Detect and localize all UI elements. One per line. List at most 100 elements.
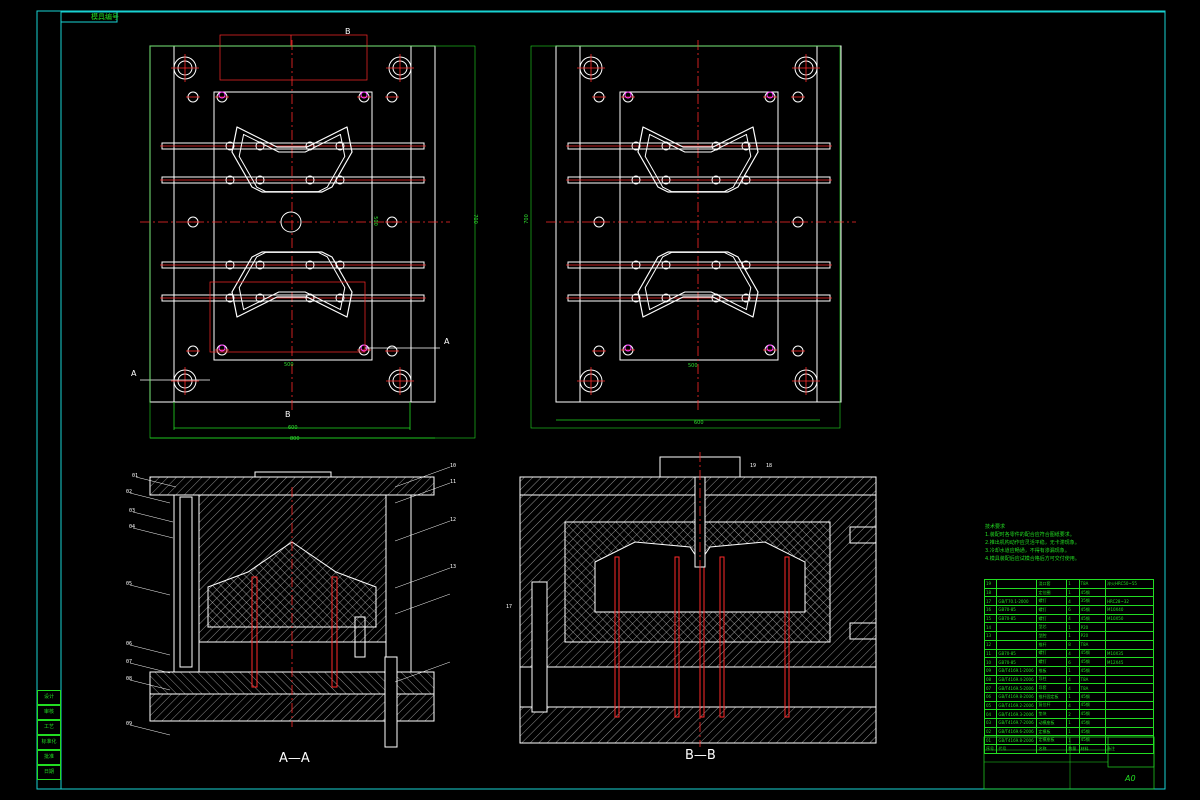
bom-header-cell: 备注: [1105, 744, 1154, 755]
aa-leader-line: [129, 644, 171, 656]
bom-cell-no: 17: [983, 596, 998, 607]
bom-cell-mat: 45钢: [1078, 665, 1107, 676]
bom-cell-mat: 35钢: [1078, 596, 1107, 607]
bom-header-cell: 数量: [1066, 744, 1080, 755]
top-plate-outline: [149, 45, 436, 403]
bom-cell-code: GB/T4169.4-2006: [996, 674, 1038, 685]
technical-notes: 技术要求 1.装配时各零件的配合应符合图纸要求。 2.推出机构动作应灵活平稳，无卡…: [985, 523, 1165, 563]
dim-overall-width: 600: [288, 425, 298, 431]
bom-cell-name: 型芯: [1036, 622, 1068, 633]
bom-cell-name: 定模座板: [1036, 735, 1068, 746]
bom-cell-name: 螺钉: [1036, 613, 1068, 624]
bom-cell-no: 10: [983, 657, 998, 667]
note-line: 3.冷却水道应畅通，不得有渗漏现象。: [985, 548, 1070, 554]
bom-cell-no: 09: [983, 665, 998, 676]
section-b-label: B—B: [685, 748, 716, 763]
bom-row: 07 GB/T4169.5-2006 导套 4 T8A: [983, 683, 1154, 693]
bom-cell-qty: 6: [1066, 605, 1080, 615]
dim-box-left: [149, 45, 476, 439]
bom-cell-mat: 45钢: [1078, 605, 1107, 615]
bom-cell-no: 14: [983, 622, 998, 633]
bb-leader-number: 19: [750, 463, 756, 469]
bom-cell-no: 02: [983, 726, 998, 737]
bom-cell-note: [1105, 683, 1154, 693]
bom-cell-name: 推杆: [1036, 639, 1068, 650]
revision-cell: 批准: [37, 750, 61, 765]
bom-cell-name: 导套: [1036, 683, 1068, 693]
cut-marker-b-bottom: B: [285, 410, 291, 419]
bom-cell-code: GB70-85: [996, 657, 1038, 667]
top-insert-outline: [579, 45, 818, 403]
bom-cell-code: GB/T70.1-2000: [996, 596, 1038, 607]
bom-cell-code: [996, 587, 1038, 598]
bom-row: 15 GB70-85 螺钉 4 45钢 M10X50: [983, 613, 1154, 624]
aa-locating-ring: [254, 471, 332, 478]
aa-leader-number: 03: [129, 508, 135, 514]
bb-bottom-clamp: [519, 706, 877, 744]
bom-row: 06 GB/T4169.8-2006 推杆固定板 1 45钢: [983, 691, 1154, 702]
bom-cell-code: [996, 639, 1038, 650]
section-path-b: [219, 34, 368, 81]
bom-cell-code: GB/T4169.1-2006: [996, 665, 1038, 676]
bom-cell-code: GB/T4169.8-2006: [996, 735, 1038, 746]
bom-cell-mat: 45钢: [1078, 700, 1107, 711]
bom-cell-qty: 8: [1066, 639, 1080, 650]
bom-cell-note: [1105, 735, 1154, 746]
bom-cell-no: 06: [983, 691, 998, 702]
bom-header-cell: 序号: [983, 744, 998, 755]
bom-cell-name: 推杆固定板: [1036, 691, 1068, 702]
bom-header-cell: 名称: [1036, 744, 1068, 755]
bom-row: 01 GB/T4169.8-2006 定模座板 1 45钢: [983, 735, 1154, 746]
bom-cell-mat: 45钢: [1078, 718, 1107, 728]
aa-leader-number: 01: [132, 473, 138, 479]
revision-cell: 日期: [37, 765, 61, 780]
dim-overall-height-right: 700: [523, 214, 530, 224]
cad-drawing-canvas: 01 02 03 04 05 06 07 08 09 10 11 12 13 19 18 17 模具编号 A—…: [0, 0, 1200, 800]
bom-cell-note: [1105, 691, 1154, 702]
bom-cell-mat: 45钢: [1078, 657, 1107, 667]
bom-cell-code: GB70-85: [996, 648, 1038, 659]
bom-row: 08 GB/T4169.4-2006 导柱 4 T8A: [983, 674, 1154, 685]
bom-cell-code: [996, 631, 1038, 641]
bom-cell-qty: 4: [1066, 683, 1080, 693]
aa-leader-number: 02: [126, 489, 132, 495]
bom-row: 04 GB/T4169.3-2006 垫块 2 45钢: [983, 709, 1154, 719]
bom-row: 03 GB/T4169.7-2006 动模座板 1 45钢: [983, 718, 1154, 728]
bill-of-materials: 19 浇口套 1 T8A 淬火HRC50~55 18 定位圈 1 45钢 17 GB/T70.1-2…: [983, 579, 1154, 755]
revision-cell: 标准化: [37, 735, 61, 750]
aa-leader-line: [129, 584, 171, 596]
bom-cell-code: GB/T4169.2-2006: [996, 700, 1038, 711]
bom-cell-mat: 45钢: [1078, 648, 1107, 659]
aa-leader-number: 06: [126, 641, 132, 647]
bom-cell-code: GB/T4169.5-2006: [996, 683, 1038, 693]
top-plate-outline: [555, 45, 842, 403]
bom-cell-no: 15: [983, 613, 998, 624]
bom-cell-name: 螺钉: [1036, 657, 1068, 667]
bom-cell-code: GB/T4169.7-2006: [996, 718, 1038, 728]
bom-row: 16 GB70-85 螺钉 6 45钢 M10X40: [983, 605, 1154, 615]
bom-cell-name: 定模板: [1036, 726, 1068, 737]
bom-cell-note: [1105, 665, 1154, 676]
bom-cell-name: 导柱: [1036, 674, 1068, 685]
bom-cell-note: [1105, 718, 1154, 728]
bom-row: 12 推杆 8 T8A: [983, 639, 1154, 650]
dim-insert-height: 500: [371, 216, 378, 226]
aa-leader-line: [132, 527, 174, 539]
aa-leader-number: 09: [126, 721, 132, 727]
bom-row: 13 型腔 1 P20: [983, 631, 1154, 641]
bom-cell-note: [1105, 622, 1154, 633]
bom-cell-note: M10X40: [1105, 605, 1154, 615]
bom-cell-name: 螺钉: [1036, 605, 1068, 615]
bom-cell-code: [996, 622, 1038, 633]
bom-cell-no: 07: [983, 683, 998, 693]
bom-cell-name: 型腔: [1036, 631, 1068, 641]
dim-box-right: [530, 45, 841, 429]
bom-row: 18 定位圈 1 45钢: [983, 587, 1154, 598]
bom-cell-name: 浇口套: [1036, 579, 1068, 589]
bom-cell-note: M10X35: [1105, 648, 1154, 659]
dim-base-width: 800: [290, 436, 300, 442]
cut-marker-a-right: A: [444, 337, 450, 346]
dim-overall-width-right: 600: [694, 420, 704, 426]
bom-cell-name: 动模座板: [1036, 718, 1068, 728]
left-revision-block: 设计 审核 工艺 标准化 批准 日期: [37, 690, 61, 780]
